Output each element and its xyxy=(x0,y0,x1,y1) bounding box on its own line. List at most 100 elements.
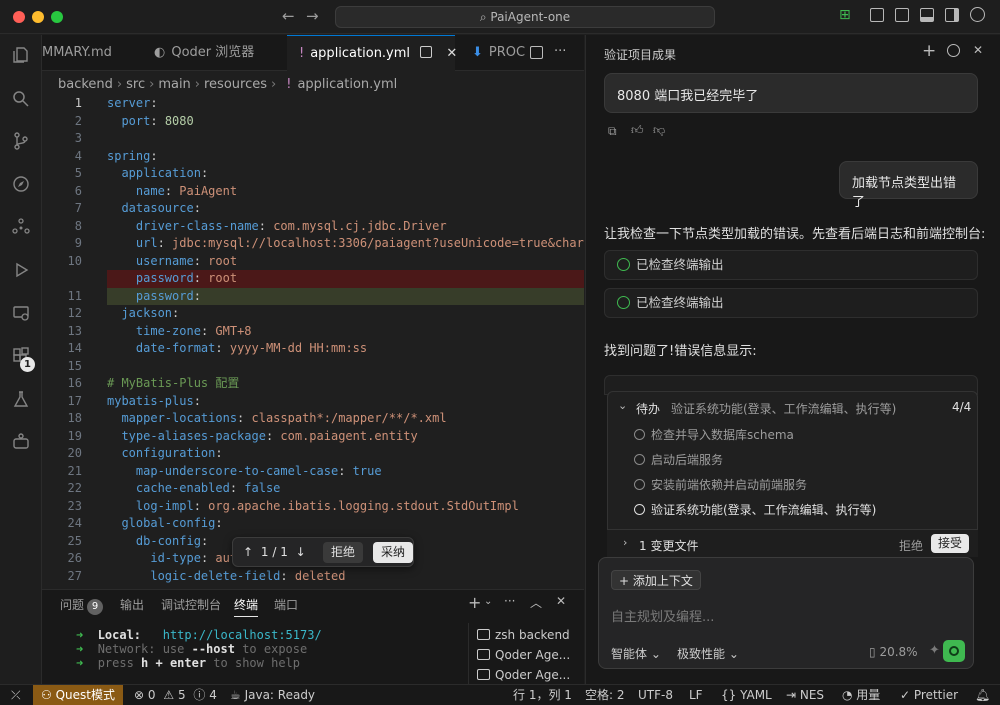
window-maximize-button[interactable] xyxy=(51,11,63,23)
new-chat-icon[interactable]: + xyxy=(922,41,936,61)
close-icon[interactable]: ✕ xyxy=(973,43,983,57)
code-editor[interactable]: 1 server: 2 port: 8080 3 4 spring: 5 applicati… xyxy=(42,93,584,589)
browser-icon: ◐ xyxy=(154,45,166,60)
java-status[interactable]: ☕︎ Java: Ready xyxy=(230,685,315,705)
chevron-right-icon[interactable]: › xyxy=(623,536,627,549)
code-line: password: xyxy=(135,288,201,303)
tab-debug-console[interactable]: 调试控制台 xyxy=(161,596,221,613)
encoding[interactable]: UTF-8 xyxy=(638,685,673,705)
chevron-down-icon[interactable]: ⌄ xyxy=(618,399,627,412)
more-actions-icon[interactable]: ··· xyxy=(504,594,515,608)
tab-ports[interactable]: 端口 xyxy=(274,596,298,613)
code-line: server: xyxy=(107,96,158,110)
agent-icon[interactable] xyxy=(11,431,31,451)
prettier-status[interactable]: ✓ Prettier xyxy=(900,685,958,705)
reject-change-button[interactable]: 拒绝 xyxy=(323,542,364,563)
performance-selector[interactable]: 极致性能 ⌄ xyxy=(677,645,739,662)
terminal-item[interactable]: zsh backend xyxy=(477,625,570,645)
pin-icon[interactable]: ✦ xyxy=(929,643,940,658)
tab-problems[interactable]: 问题 9 xyxy=(60,596,104,615)
close-panel-icon[interactable]: ✕ xyxy=(556,594,566,608)
line-number: 11 xyxy=(67,288,82,303)
editor-area: MMARY.md ◐ Qoder 浏览器 ! application.yml ✕ ⬇… xyxy=(42,35,584,589)
explorer-icon[interactable] xyxy=(11,45,31,65)
maximize-panel-icon[interactable]: ︿ xyxy=(530,594,542,611)
breadcrumb-file[interactable]: application.yml xyxy=(297,77,397,92)
preview-icon[interactable] xyxy=(420,46,433,58)
next-change-arrow-icon[interactable]: ↓ xyxy=(296,545,306,559)
notifications-icon[interactable]: 🔔︎ xyxy=(975,685,990,705)
end-of-line[interactable]: LF xyxy=(689,685,703,705)
compass-icon[interactable] xyxy=(11,174,31,194)
testing-flask-icon[interactable] xyxy=(11,389,31,409)
tool-call-row[interactable]: 已检查终端输出 xyxy=(604,288,978,318)
chat-input[interactable]: 自主规划及编程... xyxy=(611,606,714,625)
quest-mode-indicator[interactable]: ⚇ Quest模式 xyxy=(33,685,123,705)
source-control-icon[interactable] xyxy=(11,131,31,151)
run-debug-icon[interactable] xyxy=(11,260,31,280)
toggle-sidebar-icon[interactable] xyxy=(895,8,909,22)
breadcrumb-src[interactable]: src xyxy=(126,77,145,92)
breadcrumb-resources[interactable]: resources xyxy=(204,77,267,92)
forward-arrow-icon[interactable]: → xyxy=(306,7,319,25)
window-minimize-button[interactable] xyxy=(32,11,44,23)
terminal-item[interactable]: Qoder Age... xyxy=(477,665,570,685)
tab-application-yml[interactable]: ! application.yml ✕ xyxy=(287,35,457,71)
tab-output[interactable]: 输出 xyxy=(120,596,144,613)
remote-icon[interactable]: ⤫ xyxy=(11,685,21,705)
breadcrumb-main[interactable]: main xyxy=(158,77,190,92)
cursor-position[interactable]: 行 1，列 1 xyxy=(513,685,572,705)
window-close-button[interactable] xyxy=(13,11,25,23)
tab-qoder-browser[interactable]: ◐ Qoder 浏览器 xyxy=(150,35,285,71)
tool-call-row[interactable]: 已检查终端输出 xyxy=(604,250,978,280)
prev-change-arrow-icon[interactable]: ↑ xyxy=(243,545,253,559)
breadcrumb-backend[interactable]: backend xyxy=(58,77,113,92)
chevron-down-icon: ⌄ xyxy=(650,647,661,661)
problems-status[interactable]: ⊗ 0 ⚠ 5 ⓘ 4 xyxy=(134,685,217,705)
split-editor-icon[interactable] xyxy=(530,46,543,59)
add-context-button[interactable]: + 添加上下文 xyxy=(611,570,701,590)
files-changed-bar[interactable]: › 1 变更文件 拒绝 接受 xyxy=(607,529,978,557)
indentation[interactable]: 空格: 2 xyxy=(585,685,625,705)
accept-change-button[interactable]: 采纳 xyxy=(373,542,413,563)
gift-icon[interactable]: ⊞ xyxy=(839,7,851,23)
thumbs-up-icon[interactable]: 👍︎ xyxy=(631,123,644,138)
mode-selector[interactable]: 智能体 ⌄ xyxy=(611,645,661,662)
line-number: 12 xyxy=(67,306,82,320)
line-number: 22 xyxy=(67,481,82,495)
accept-files-button[interactable]: 接受 xyxy=(931,534,970,553)
line-number: 7 xyxy=(74,201,82,215)
user-message: 加载节点类型出错了 xyxy=(839,161,978,210)
close-icon[interactable]: ✕ xyxy=(446,46,457,61)
back-arrow-icon[interactable]: ← xyxy=(282,7,295,25)
new-terminal-icon[interactable]: + xyxy=(468,593,481,612)
nodes-icon[interactable] xyxy=(11,217,31,237)
thumbs-down-icon[interactable]: 👎︎ xyxy=(653,123,665,138)
yaml-file-icon: ! xyxy=(299,46,305,61)
more-actions-icon[interactable]: ··· xyxy=(554,44,566,59)
command-center[interactable]: ⌕ PaiAgent-one xyxy=(335,6,715,28)
reject-files-button[interactable]: 拒绝 xyxy=(899,537,923,554)
tab-proc[interactable]: ⬇ PROC xyxy=(472,35,527,71)
language-mode[interactable]: {} YAML xyxy=(721,685,772,705)
chevron-down-icon: ⌄ xyxy=(728,647,739,661)
chevron-down-icon[interactable]: ⌄ xyxy=(484,596,492,607)
usage-status[interactable]: ◔ 用量 xyxy=(842,685,880,705)
toggle-secondary-sidebar-icon[interactable] xyxy=(945,8,959,22)
code-line: mybatis-plus: xyxy=(107,393,201,408)
code-line: url: jdbc:mysql://localhost:3306/paiagen… xyxy=(135,236,584,250)
search-icon[interactable] xyxy=(11,89,31,109)
tab-terminal[interactable]: 终端 xyxy=(234,596,259,617)
account-icon[interactable] xyxy=(970,7,985,22)
nes-status[interactable]: ⇥ NES xyxy=(786,685,824,705)
copy-icon[interactable]: ⧉ xyxy=(608,124,617,139)
history-icon[interactable] xyxy=(947,44,960,57)
terminal-item[interactable]: Qoder Age... xyxy=(477,645,570,665)
tab-summary[interactable]: MMARY.md xyxy=(42,35,142,71)
terminal-output[interactable]: ➜ Local: http://localhost:5173/ ➜ Networ… xyxy=(76,628,322,670)
send-button[interactable] xyxy=(943,640,965,662)
layout-icon[interactable] xyxy=(870,8,884,22)
toggle-panel-icon[interactable] xyxy=(920,8,934,22)
code-line: db-config: xyxy=(135,533,209,548)
remote-explorer-icon[interactable] xyxy=(11,303,31,323)
